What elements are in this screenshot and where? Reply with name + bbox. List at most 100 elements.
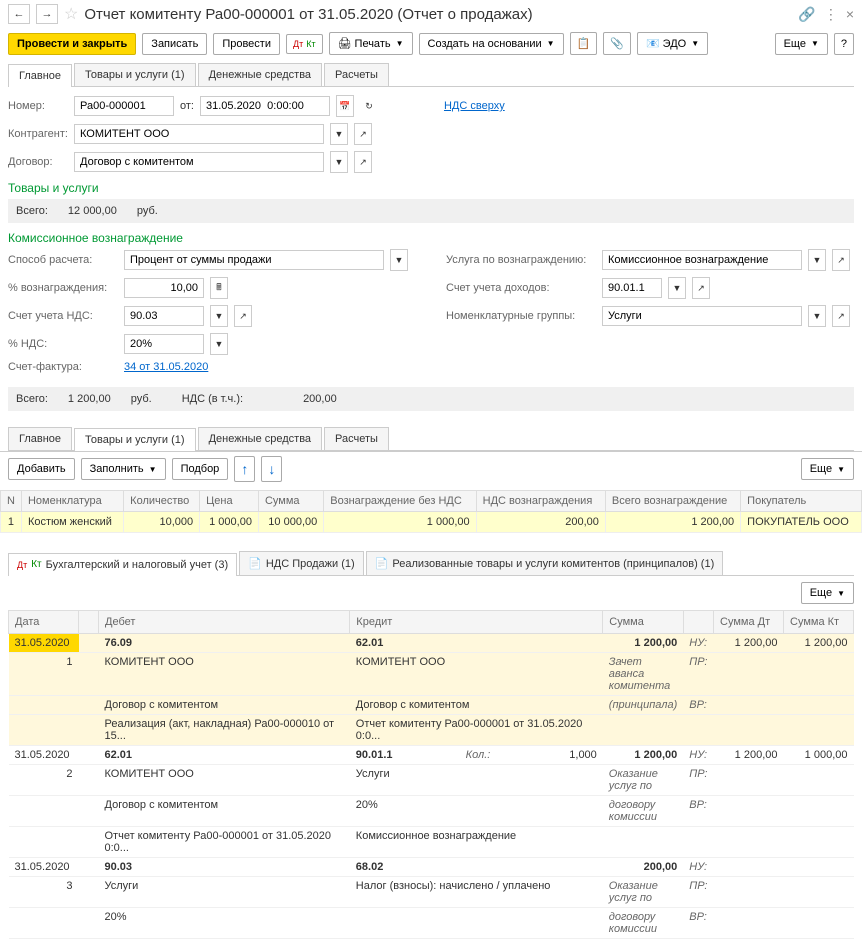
entry-row[interactable]: Договор с комитентом 20% договору комисс… (9, 796, 854, 827)
dropdown-icon[interactable]: ▼ (210, 305, 228, 327)
acc-tab-bu[interactable]: ДтКт Бухгалтерский и налоговый учет (3) (8, 553, 237, 576)
counterparty-field[interactable] (74, 124, 324, 144)
entry-row[interactable]: 20% договору комиссии ВР: (9, 908, 854, 939)
entry-row[interactable]: 1 КОМИТЕНТ ООО КОМИТЕНТ ООО Зачет аванса… (9, 653, 854, 696)
dropdown-icon[interactable]: ▼ (210, 333, 228, 355)
table-row[interactable]: 1 Костюм женский 10,000 1 000,00 10 000,… (1, 512, 862, 533)
refresh-icon[interactable]: ↻ (360, 95, 378, 117)
col-nomen[interactable]: Номенклатура (21, 491, 123, 512)
favorite-icon[interactable]: ☆ (64, 4, 78, 24)
entry-row[interactable]: 31.05.2020 76.09 62.01 1 200,00 НУ: 1 20… (9, 634, 854, 653)
tabs-top: Главное Товары и услуги (1) Денежные сре… (8, 63, 854, 87)
entry-row[interactable]: 2 КОМИТЕНТ ООО Услуги Оказание услуг по … (9, 765, 854, 796)
calendar-icon[interactable]: 📅 (336, 95, 354, 117)
vat-rate-field[interactable] (124, 334, 204, 354)
kebab-icon[interactable]: ⋮ (824, 6, 838, 23)
number-field[interactable] (74, 96, 174, 116)
tab-calc[interactable]: Расчеты (324, 63, 389, 86)
add-button[interactable]: Добавить (8, 458, 75, 480)
close-icon[interactable]: × (846, 6, 854, 22)
col-debit[interactable]: Дебет (99, 611, 350, 634)
col-fee-novat[interactable]: Вознаграждение без НДС (324, 491, 476, 512)
calc-icon[interactable]: 🖩 (210, 277, 228, 299)
back-button[interactable]: ← (8, 4, 30, 24)
help-button[interactable]: ? (834, 33, 854, 55)
acc-tab-realized[interactable]: 📄 Реализованные товары и услуги комитент… (366, 551, 724, 575)
invoice-link[interactable]: 34 от 31.05.2020 (124, 361, 208, 373)
col-price[interactable]: Цена (200, 491, 259, 512)
col-sum-dt[interactable]: Сумма Дт (714, 611, 784, 634)
entry-row[interactable]: Реализация (акт, накладная) Ра00-000010 … (9, 715, 854, 746)
post-button[interactable]: Провести (213, 33, 280, 55)
vat-rate-label: % НДС: (8, 338, 118, 350)
edo-button[interactable]: 📧 ЭДО ▼ (637, 32, 708, 55)
attach-button[interactable]: 📎 (603, 32, 631, 55)
move-down-button[interactable]: ↓ (261, 456, 282, 482)
dropdown-icon[interactable]: ▼ (808, 305, 826, 327)
more-button[interactable]: Еще ▼ (775, 33, 828, 55)
entry-row[interactable]: 31.05.2020 62.01 90.01.1 Кол.: 1,000 1 2… (9, 746, 854, 765)
dtkt-button[interactable]: ДтКт (286, 34, 323, 54)
open-icon[interactable]: ↗ (692, 277, 710, 299)
col-qty[interactable]: Количество (124, 491, 200, 512)
register-button[interactable]: 📋 (570, 32, 598, 55)
dropdown-icon[interactable]: ▼ (390, 249, 408, 271)
col-buyer[interactable]: Покупатель (741, 491, 862, 512)
tab-main2[interactable]: Главное (8, 427, 72, 450)
entry-row[interactable]: Договор с комитентом Договор с комитенто… (9, 696, 854, 715)
more-button2[interactable]: Еще ▼ (801, 458, 854, 480)
col-n[interactable]: N (1, 491, 22, 512)
open-icon[interactable]: ↗ (832, 305, 850, 327)
open-icon[interactable]: ↗ (354, 123, 372, 145)
save-button[interactable]: Записать (142, 33, 207, 55)
counterparty-label: Контрагент: (8, 128, 68, 140)
forward-button[interactable]: → (36, 4, 58, 24)
entry-row[interactable]: 3 Услуги Налог (взносы): начислено / упл… (9, 877, 854, 908)
open-icon[interactable]: ↗ (354, 151, 372, 173)
commission-section-title: Комиссионное вознаграждение (8, 231, 854, 245)
vat-mode-link[interactable]: НДС сверху (444, 100, 505, 112)
create-based-button[interactable]: Создать на основании ▼ (419, 33, 564, 55)
col-date[interactable]: Дата (9, 611, 79, 634)
income-acc-field[interactable] (602, 278, 662, 298)
tab-money[interactable]: Денежные средства (198, 63, 322, 86)
col-sum[interactable]: Сумма (258, 491, 323, 512)
pick-button[interactable]: Подбор (172, 458, 229, 480)
tab-money2[interactable]: Денежные средства (198, 427, 322, 450)
acc-tab-vat[interactable]: 📄 НДС Продажи (1) (239, 551, 364, 575)
post-close-button[interactable]: Провести и закрыть (8, 33, 136, 55)
vat-acc-field[interactable] (124, 306, 204, 326)
dropdown-icon[interactable]: ▼ (330, 123, 348, 145)
col-credit[interactable]: Кредит (350, 611, 603, 634)
method-label: Способ расчета: (8, 254, 118, 266)
print-button[interactable]: 🖨 Печать ▼ (329, 32, 413, 55)
link-icon[interactable]: 🔗 (798, 6, 815, 23)
col-fee-total[interactable]: Всего вознаграждение (605, 491, 740, 512)
move-up-button[interactable]: ↑ (234, 456, 255, 482)
col-sum-kt[interactable]: Сумма Кт (784, 611, 854, 634)
open-icon[interactable]: ↗ (234, 305, 252, 327)
method-field[interactable] (124, 250, 384, 270)
date-field[interactable] (200, 96, 330, 116)
dropdown-icon[interactable]: ▼ (330, 151, 348, 173)
tab-calc2[interactable]: Расчеты (324, 427, 389, 450)
acc-more-button[interactable]: Еще ▼ (801, 582, 854, 604)
tab-goods[interactable]: Товары и услуги (1) (74, 63, 196, 86)
titlebar: ← → ☆ Отчет комитенту Ра00-000001 от 31.… (0, 0, 862, 28)
commission-total: Всего: 1 200,00 руб. НДС (в т.ч.): 200,0… (8, 387, 854, 411)
col-fee-vat[interactable]: НДС вознаграждения (476, 491, 605, 512)
nomen-group-field[interactable] (602, 306, 802, 326)
tab-main[interactable]: Главное (8, 64, 72, 87)
col-sum[interactable]: Сумма (603, 611, 683, 634)
dropdown-icon[interactable]: ▼ (668, 277, 686, 299)
percent-field[interactable] (124, 278, 204, 298)
open-icon[interactable]: ↗ (832, 249, 850, 271)
entry-row[interactable]: Отчет комитенту Ра00-000001 от 31.05.202… (9, 827, 854, 858)
dropdown-icon[interactable]: ▼ (808, 249, 826, 271)
contract-field[interactable] (74, 152, 324, 172)
fill-button[interactable]: Заполнить ▼ (81, 458, 166, 480)
service-field[interactable] (602, 250, 802, 270)
entry-row[interactable]: 31.05.2020 90.03 68.02 200,00 НУ: (9, 858, 854, 877)
page-title: Отчет комитенту Ра00-000001 от 31.05.202… (84, 6, 792, 23)
tab-goods2[interactable]: Товары и услуги (1) (74, 428, 196, 451)
